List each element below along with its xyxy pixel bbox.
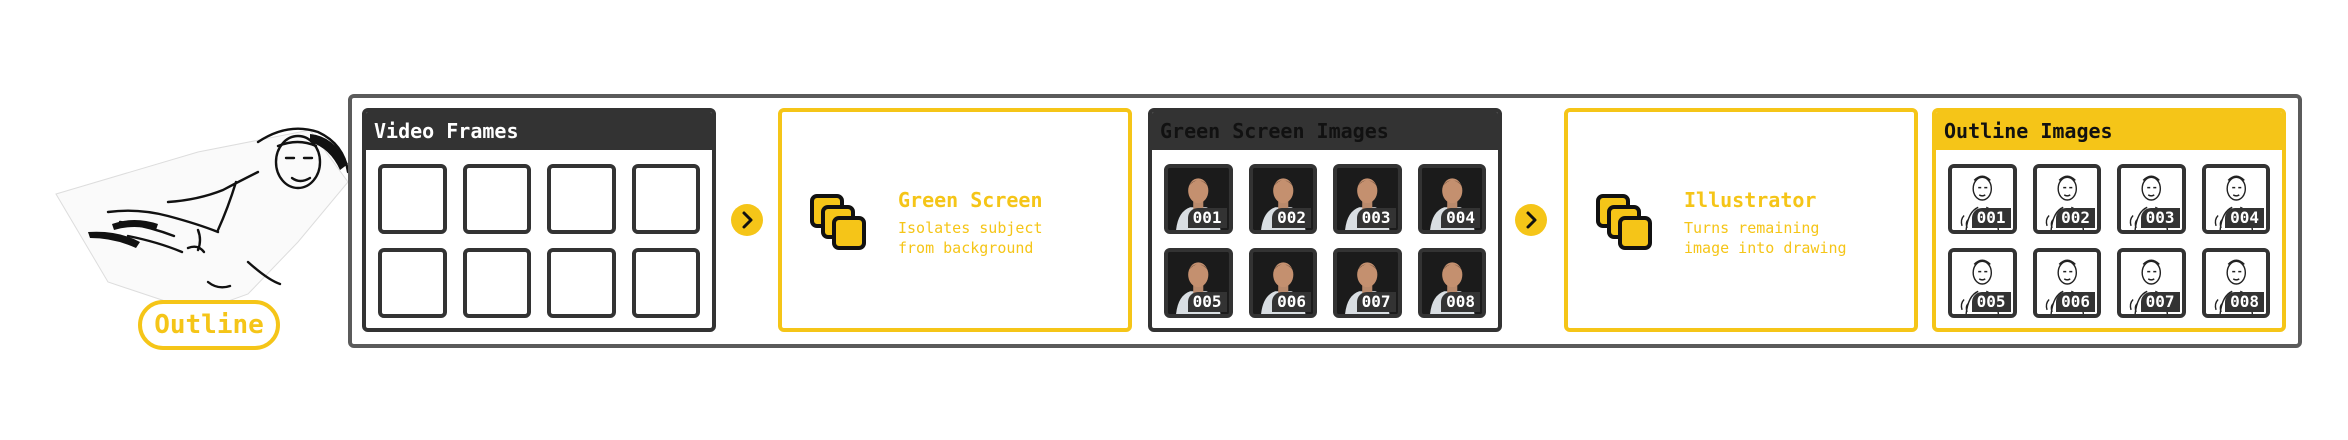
outline-image-thumb: 007 — [2117, 248, 2186, 318]
green-screen-image-thumb: 007 — [1333, 248, 1402, 318]
outline-portrait-illustration — [48, 112, 358, 313]
outline-images-panel: Outline Images 001 002 003 004 005 006 007 008 — [1932, 108, 2286, 332]
green-screen-image-thumb: 008 — [1417, 248, 1486, 318]
green-screen-images-panel: Green Screen Images 001 002 003 004 005 006 00… — [1148, 108, 1502, 332]
green-screen-step-panel: Green Screen Isolates subject from backg… — [778, 108, 1132, 332]
outline-label-pill: Outline — [138, 300, 280, 350]
stacked-squares-icon — [1596, 194, 1656, 254]
step-description: Isolates subject from background — [898, 219, 1043, 257]
outline-image-thumb: 006 — [2032, 248, 2101, 318]
outline-image-thumb: 004 — [2201, 164, 2270, 234]
image-number-badge: 005 — [1187, 292, 1227, 312]
image-number-badge: 004 — [2225, 208, 2264, 228]
green-screen-images-grid: 001 002 003 004 005 006 007 008 — [1164, 164, 1486, 318]
video-frame-cell — [462, 164, 531, 234]
green-screen-image-thumb: 004 — [1417, 164, 1486, 234]
panel-title: Green Screen Images — [1152, 112, 1498, 150]
image-number-badge: 008 — [2225, 292, 2264, 312]
step-title: Green Screen — [898, 188, 1043, 212]
image-number-badge: 003 — [2140, 208, 2180, 228]
image-number-badge: 006 — [1272, 292, 1311, 312]
video-frames-panel: Video Frames — [362, 108, 716, 332]
step-description: Turns remaining image into drawing — [1684, 219, 1847, 257]
chevron-right-icon — [731, 204, 763, 236]
video-frame-cell — [631, 164, 700, 234]
green-screen-image-thumb: 006 — [1248, 248, 1317, 318]
image-number-badge: 002 — [2056, 208, 2095, 228]
outline-image-thumb: 003 — [2117, 164, 2186, 234]
outline-image-thumb: 001 — [1948, 164, 2017, 234]
green-screen-image-thumb: 001 — [1164, 164, 1233, 234]
image-number-badge: 003 — [1356, 208, 1396, 228]
illustrator-step-panel: Illustrator Turns remaining image into d… — [1564, 108, 1918, 332]
image-number-badge: 001 — [1187, 208, 1227, 228]
image-number-badge: 005 — [1971, 292, 2011, 312]
image-number-badge: 007 — [2140, 292, 2180, 312]
chevron-right-icon — [1515, 204, 1547, 236]
step-title: Illustrator — [1684, 188, 1817, 212]
image-number-badge: 007 — [1356, 292, 1396, 312]
outline-image-thumb: 002 — [2032, 164, 2101, 234]
video-frame-cell — [547, 164, 616, 234]
green-screen-image-thumb: 005 — [1164, 248, 1233, 318]
image-number-badge: 006 — [2056, 292, 2095, 312]
green-screen-image-thumb: 003 — [1333, 164, 1402, 234]
panel-title: Video Frames — [366, 112, 712, 150]
image-number-badge: 002 — [1272, 208, 1311, 228]
video-frame-cell — [462, 248, 531, 318]
video-frames-grid — [378, 164, 700, 318]
green-screen-image-thumb: 002 — [1248, 164, 1317, 234]
image-number-badge: 001 — [1971, 208, 2011, 228]
video-frame-cell — [378, 164, 447, 234]
panel-title: Outline Images — [1936, 112, 2282, 150]
stacked-squares-icon — [810, 194, 870, 254]
video-frame-cell — [378, 248, 447, 318]
video-frame-cell — [631, 248, 700, 318]
video-frame-cell — [547, 248, 616, 318]
image-number-badge: 004 — [1441, 208, 1480, 228]
outline-image-thumb: 005 — [1948, 248, 2017, 318]
outline-image-thumb: 008 — [2201, 248, 2270, 318]
outline-images-grid: 001 002 003 004 005 006 007 008 — [1948, 164, 2270, 318]
image-number-badge: 008 — [1441, 292, 1480, 312]
